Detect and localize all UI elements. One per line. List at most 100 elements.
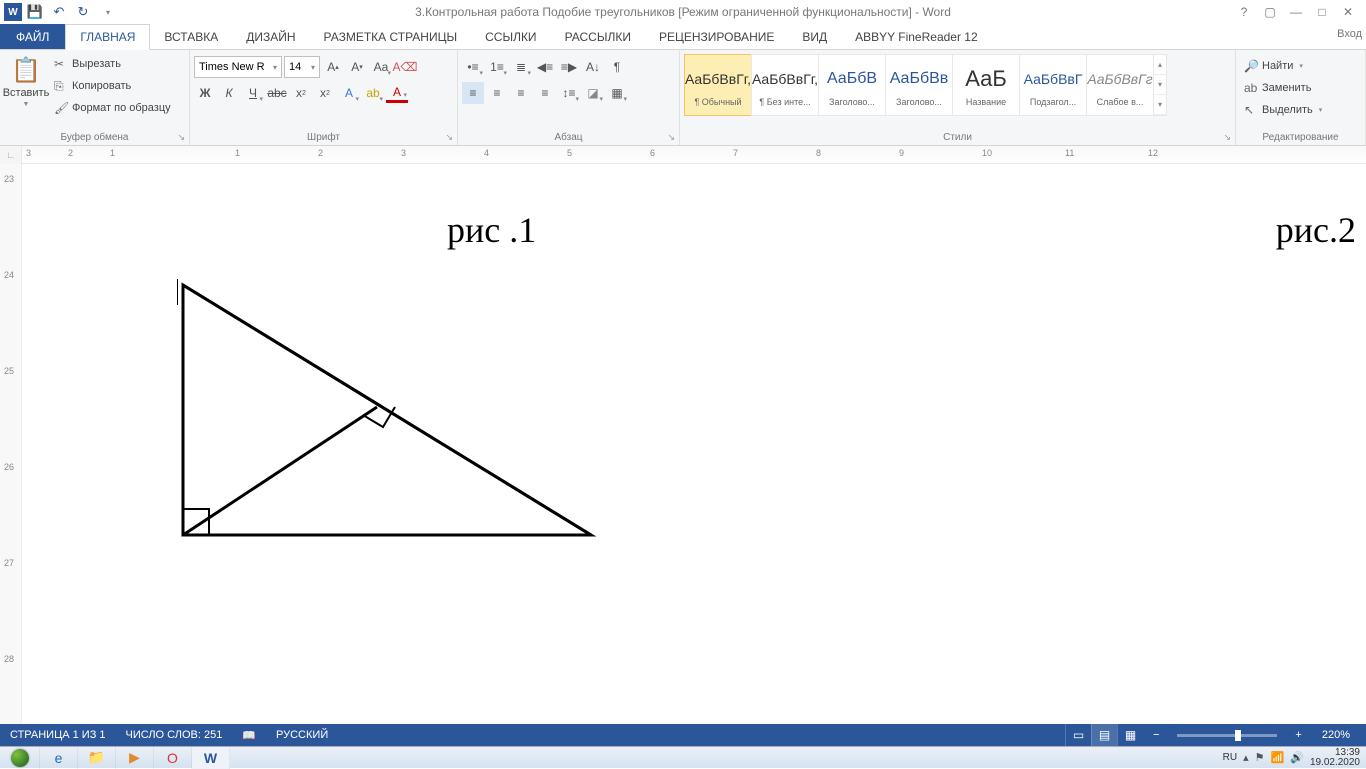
tab-insert[interactable]: ВСТАВКА: [150, 24, 232, 49]
volume-icon[interactable]: 🔊: [1290, 751, 1304, 764]
bold-button[interactable]: Ж: [194, 82, 216, 104]
align-center-icon[interactable]: ≡: [486, 82, 508, 104]
font-color-icon[interactable]: A▾: [386, 84, 408, 103]
dialog-launcher-icon[interactable]: ↘: [445, 132, 453, 143]
dialog-launcher-icon[interactable]: ↘: [667, 132, 675, 143]
group-clipboard: 📋 Вставить ▼ ✂Вырезать ⎘Копировать 🖌Форм…: [0, 50, 190, 145]
dialog-launcher-icon[interactable]: ↘: [177, 132, 185, 143]
grow-font-icon[interactable]: A▴: [322, 56, 344, 78]
style-heading2[interactable]: АаБбВвЗаголово...: [885, 54, 953, 116]
vertical-ruler[interactable]: 232425262728: [0, 164, 22, 724]
tab-mailings[interactable]: РАССЫЛКИ: [551, 24, 645, 49]
ribbon-options-icon[interactable]: ▢: [1258, 2, 1282, 22]
format-painter-button[interactable]: 🖌Формат по образцу: [50, 98, 175, 118]
taskbar-opera-icon[interactable]: O: [154, 747, 192, 769]
clock-date: 19.02.2020: [1310, 758, 1360, 768]
increase-indent-icon[interactable]: ≡▶: [558, 56, 580, 78]
page-viewport[interactable]: рис .1 рис.2: [22, 164, 1366, 724]
tray-lang[interactable]: RU: [1223, 752, 1237, 763]
taskbar-ie-icon[interactable]: e: [40, 747, 78, 769]
style-nospacing[interactable]: АаБбВвГг,¶ Без инте...: [751, 54, 819, 116]
align-left-icon[interactable]: ≡: [462, 82, 484, 104]
zoom-in-button[interactable]: +: [1285, 724, 1311, 746]
highlight-icon[interactable]: ab▾: [362, 82, 384, 104]
shading-icon[interactable]: ◪▾: [582, 82, 604, 104]
taskbar-media-icon[interactable]: ▶: [116, 747, 154, 769]
style-subtle[interactable]: АаБбВвГгСлабое в...: [1086, 54, 1154, 116]
styles-more-button[interactable]: ▴▾▾: [1153, 54, 1167, 116]
tab-home[interactable]: ГЛАВНАЯ: [65, 24, 150, 50]
undo-icon[interactable]: ↶: [48, 1, 70, 23]
style-heading1[interactable]: АаБбВЗаголово...: [818, 54, 886, 116]
zoom-slider[interactable]: [1177, 734, 1277, 737]
clear-formatting-icon[interactable]: A⌫: [394, 56, 416, 78]
tab-references[interactable]: ССЫЛКИ: [471, 24, 550, 49]
numbering-icon[interactable]: 1≡▾: [486, 56, 508, 78]
maximize-icon[interactable]: □: [1310, 2, 1334, 22]
show-marks-icon[interactable]: ¶: [606, 56, 628, 78]
cut-button[interactable]: ✂Вырезать: [50, 54, 175, 74]
style-subtitle[interactable]: АаБбВвГПодзагол...: [1019, 54, 1087, 116]
strikethrough-button[interactable]: abc: [266, 82, 288, 104]
tab-view[interactable]: ВИД: [788, 24, 841, 49]
zoom-out-button[interactable]: −: [1143, 724, 1169, 746]
align-right-icon[interactable]: ≡: [510, 82, 532, 104]
status-language[interactable]: РУССКИЙ: [266, 724, 338, 746]
tray-up-icon[interactable]: ▴: [1243, 751, 1249, 764]
line-spacing-icon[interactable]: ↕≡▾: [558, 82, 580, 104]
read-mode-icon[interactable]: ▭: [1065, 724, 1091, 746]
find-button[interactable]: 🔎Найти▾: [1240, 56, 1326, 76]
subscript-button[interactable]: x2: [290, 82, 312, 104]
tab-page-layout[interactable]: РАЗМЕТКА СТРАНИЦЫ: [310, 24, 472, 49]
underline-button[interactable]: Ч▾: [242, 82, 264, 104]
shrink-font-icon[interactable]: A▾: [346, 56, 368, 78]
font-name-combo[interactable]: Times New R▾: [194, 56, 282, 78]
sort-icon[interactable]: A↓: [582, 56, 604, 78]
superscript-button[interactable]: x2: [314, 82, 336, 104]
tab-abbyy[interactable]: ABBYY FineReader 12: [841, 24, 992, 49]
change-case-icon[interactable]: Aa▾: [370, 56, 392, 78]
select-button[interactable]: ↖Выделить▾: [1240, 100, 1326, 120]
style-title[interactable]: АаБНазвание: [952, 54, 1020, 116]
copy-button[interactable]: ⎘Копировать: [50, 76, 175, 96]
login-link[interactable]: Вход: [1337, 28, 1362, 40]
decrease-indent-icon[interactable]: ◀≡: [534, 56, 556, 78]
taskbar-explorer-icon[interactable]: 📁: [78, 747, 116, 769]
replace-button[interactable]: abЗаменить: [1240, 78, 1326, 98]
flag-icon[interactable]: ⚑: [1255, 751, 1265, 764]
dialog-launcher-icon[interactable]: ↘: [1223, 132, 1231, 143]
tray-clock[interactable]: 13:39 19.02.2020: [1310, 748, 1360, 768]
multilevel-icon[interactable]: ≣▾: [510, 56, 532, 78]
close-icon[interactable]: ✕: [1336, 2, 1360, 22]
web-layout-icon[interactable]: ▦: [1117, 724, 1143, 746]
paste-label: Вставить: [3, 87, 50, 99]
bullets-icon[interactable]: •≡▾: [462, 56, 484, 78]
status-proofing[interactable]: 📖: [232, 724, 266, 746]
minimize-icon[interactable]: —: [1284, 2, 1308, 22]
save-icon[interactable]: 💾: [24, 1, 46, 23]
redo-icon[interactable]: ↻: [72, 1, 94, 23]
zoom-thumb[interactable]: [1235, 730, 1241, 741]
windows-taskbar: e 📁 ▶ O W RU ▴ ⚑ 📶 🔊 13:39 19.02.2020: [0, 746, 1366, 768]
qat-more-icon[interactable]: [96, 1, 118, 23]
start-button[interactable]: [0, 747, 40, 769]
horizontal-ruler[interactable]: 321123456789101112: [22, 146, 1366, 163]
justify-icon[interactable]: ≡: [534, 82, 556, 104]
tab-file[interactable]: ФАЙЛ: [0, 24, 65, 49]
text-effects-icon[interactable]: A▾: [338, 82, 360, 104]
style-normal[interactable]: АаБбВвГг,¶ Обычный: [684, 54, 752, 116]
taskbar-word-icon[interactable]: W: [192, 747, 230, 769]
zoom-value[interactable]: 220%: [1312, 724, 1366, 746]
paste-button[interactable]: 📋 Вставить ▼: [4, 52, 48, 108]
help-icon[interactable]: ?: [1232, 2, 1256, 22]
tab-review[interactable]: РЕЦЕНЗИРОВАНИЕ: [645, 24, 788, 49]
status-words[interactable]: ЧИСЛО СЛОВ: 251: [116, 724, 233, 746]
network-icon[interactable]: 📶: [1271, 751, 1285, 764]
borders-icon[interactable]: ▦▾: [606, 82, 628, 104]
ruler-corner[interactable]: ∟: [0, 146, 22, 164]
font-size-combo[interactable]: 14▾: [284, 56, 320, 78]
tab-design[interactable]: ДИЗАЙН: [232, 24, 309, 49]
status-page[interactable]: СТРАНИЦА 1 ИЗ 1: [0, 724, 116, 746]
print-layout-icon[interactable]: ▤: [1091, 724, 1117, 746]
italic-button[interactable]: К: [218, 82, 240, 104]
